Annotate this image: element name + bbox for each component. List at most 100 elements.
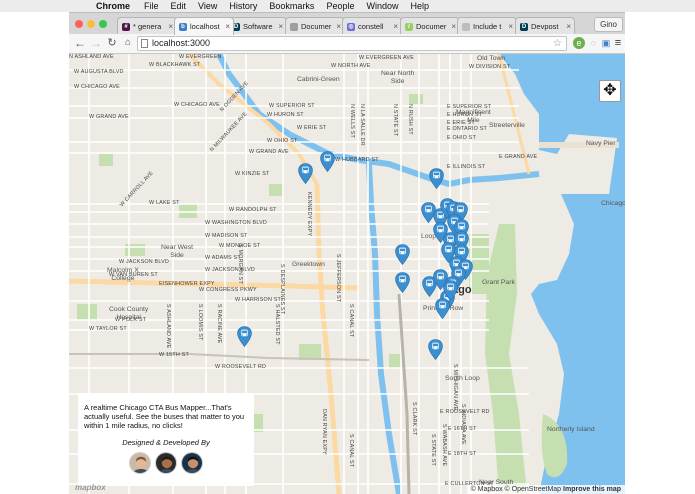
tab-label: localhost [190,22,220,31]
browser-tab[interactable]: Include t × [457,17,517,35]
street-label: S JEFFERSON ST [335,254,341,303]
page-info-icon[interactable] [141,39,148,48]
bus-marker-icon[interactable] [395,244,410,265]
street-label: S RACINE AVE [216,304,222,344]
street-label: S CANAL ST [348,434,354,468]
back-arrow-icon[interactable]: ← [73,36,87,50]
reload-icon[interactable]: ↻ [105,36,119,50]
close-tab-icon[interactable]: × [508,22,513,31]
street-label: N STATE ST [392,104,398,137]
bus-marker-icon[interactable] [237,326,252,347]
street-label: W CONGRESS PKWY [199,287,257,293]
minimize-window-button[interactable] [87,20,95,28]
bus-marker-icon[interactable] [435,298,450,319]
menu-window[interactable]: Window [366,1,398,11]
street-label: E ONTARIO ST [447,126,488,132]
locate-me-button[interactable]: ✥ [599,80,621,102]
bus-marker-icon[interactable] [298,163,313,184]
extension-icon[interactable]: ◌ [587,37,599,49]
mapbox-logo[interactable]: mapbox [75,483,106,492]
street-label: W ADAMS ST [205,255,241,261]
app-description: A realtime Chicago CTA Bus Mapper...That… [84,403,245,430]
constellation-icon: ◎ [347,22,355,31]
bus-marker-icon[interactable] [428,339,443,360]
zoom-window-button[interactable] [99,20,107,28]
street-label: W KINZIE ST [235,171,270,177]
close-window-button[interactable] [75,20,83,28]
street-label: S WABASH AVE [441,424,447,467]
street-label: W CHICAGO AVE [74,84,120,90]
window-extension-icon[interactable]: ▣ [600,37,612,49]
profile-button[interactable]: Gino [594,17,623,32]
menu-edit[interactable]: Edit [171,1,187,11]
bus-marker-icon[interactable] [320,151,335,172]
home-icon[interactable]: ⌂ [121,36,135,50]
browser-tab[interactable]: # * genera × [117,17,177,35]
street-label: S ASHLAND AVE [165,304,171,349]
neighborhood-label: Grant Park [482,279,515,286]
evernote-extension-icon[interactable]: e [573,37,585,49]
developer-avatars [84,452,248,474]
browser-tab[interactable]: ◎ constell × [342,17,402,35]
browser-toolbar: ← → ↻ ⌂ localhost:3000 ☆ e ◌ ▣ ≡ [69,34,625,54]
street-label: E 18TH ST [448,451,477,457]
street-label: W WASHINGTON BLVD [205,220,268,226]
street-label: E OHIO ST [447,135,477,141]
bookmark-star-icon[interactable]: ☆ [553,37,562,50]
developer-avatar[interactable] [181,452,203,474]
mapbox-attribution-link[interactable]: © Mapbox [471,486,503,493]
browser-tab[interactable]: D Devpost × [515,17,575,35]
close-tab-icon[interactable]: × [336,22,341,31]
neighborhood-label: Greektown [292,261,325,268]
neighborhood-label: Malcolm X College [107,267,139,282]
osm-attribution-link[interactable]: © OpenStreetMap [505,486,562,493]
menu-view[interactable]: View [198,1,217,11]
street-label: W EVERGREEN AVE [359,55,415,61]
bus-marker-icon[interactable] [395,272,410,293]
neighborhood-label: South Loop [445,375,480,382]
browser-tab[interactable]: b localhost × [174,17,234,35]
menu-help[interactable]: Help [410,1,429,11]
neighborhood-label: Chicago [601,200,625,207]
bus-marker-icon[interactable] [443,280,458,301]
chrome-menu-icon[interactable]: ≡ [612,37,624,49]
menu-history[interactable]: History [229,1,257,11]
tab-label: Software [243,22,273,31]
street-label: W CHICAGO AVE [174,102,220,108]
neighborhood-label: Magnificent Mile [456,109,491,124]
close-tab-icon[interactable]: × [225,22,230,31]
street-label: N ASHLAND AVE [69,54,114,60]
info-panel: A realtime Chicago CTA Bus Mapper...That… [78,393,254,486]
menu-bookmarks[interactable]: Bookmarks [269,1,314,11]
improve-map-link[interactable]: Improve this map [563,486,621,493]
close-tab-icon[interactable]: × [168,22,173,31]
street-label: W 15TH ST [159,352,189,358]
mac-menu-bar: Chrome File Edit View History Bookmarks … [0,0,695,12]
bus-marker-icon[interactable] [429,168,444,189]
close-tab-icon[interactable]: × [566,22,571,31]
browser-tab[interactable]: Documer × [285,17,345,35]
tab-label: * genera [133,22,162,31]
developer-avatar[interactable] [155,452,177,474]
street-label: W HARRISON ST [235,297,282,303]
document-icon: / [405,22,413,31]
street-label: N WELLS ST [349,104,355,139]
close-tab-icon[interactable]: × [278,22,283,31]
browser-tab[interactable]: D Software × [227,17,287,35]
menu-file[interactable]: File [144,1,159,11]
forward-arrow-icon[interactable]: → [89,36,103,50]
address-bar[interactable]: localhost:3000 ☆ [137,36,567,51]
street-label: S INDIANA AVE [460,404,466,445]
menu-people[interactable]: People [326,1,354,11]
street-label: W GRAND AVE [89,114,129,120]
street-label: W AUGUSTA BLVD [74,69,124,75]
menu-app-name[interactable]: Chrome [96,1,130,11]
close-tab-icon[interactable]: × [393,22,398,31]
map-view[interactable]: W NORTH AVE N ASHLAND AVE W BLACKHAWK ST W … [69,54,625,494]
browser-tab[interactable]: / Documer × [400,17,460,35]
neighborhood-label: Navy Pier [586,140,616,147]
developer-avatar[interactable] [129,452,151,474]
street-label: S MICHIGAN AVE [452,364,458,411]
street-label: S MORGAN ST [237,244,243,284]
close-tab-icon[interactable]: × [451,22,456,31]
